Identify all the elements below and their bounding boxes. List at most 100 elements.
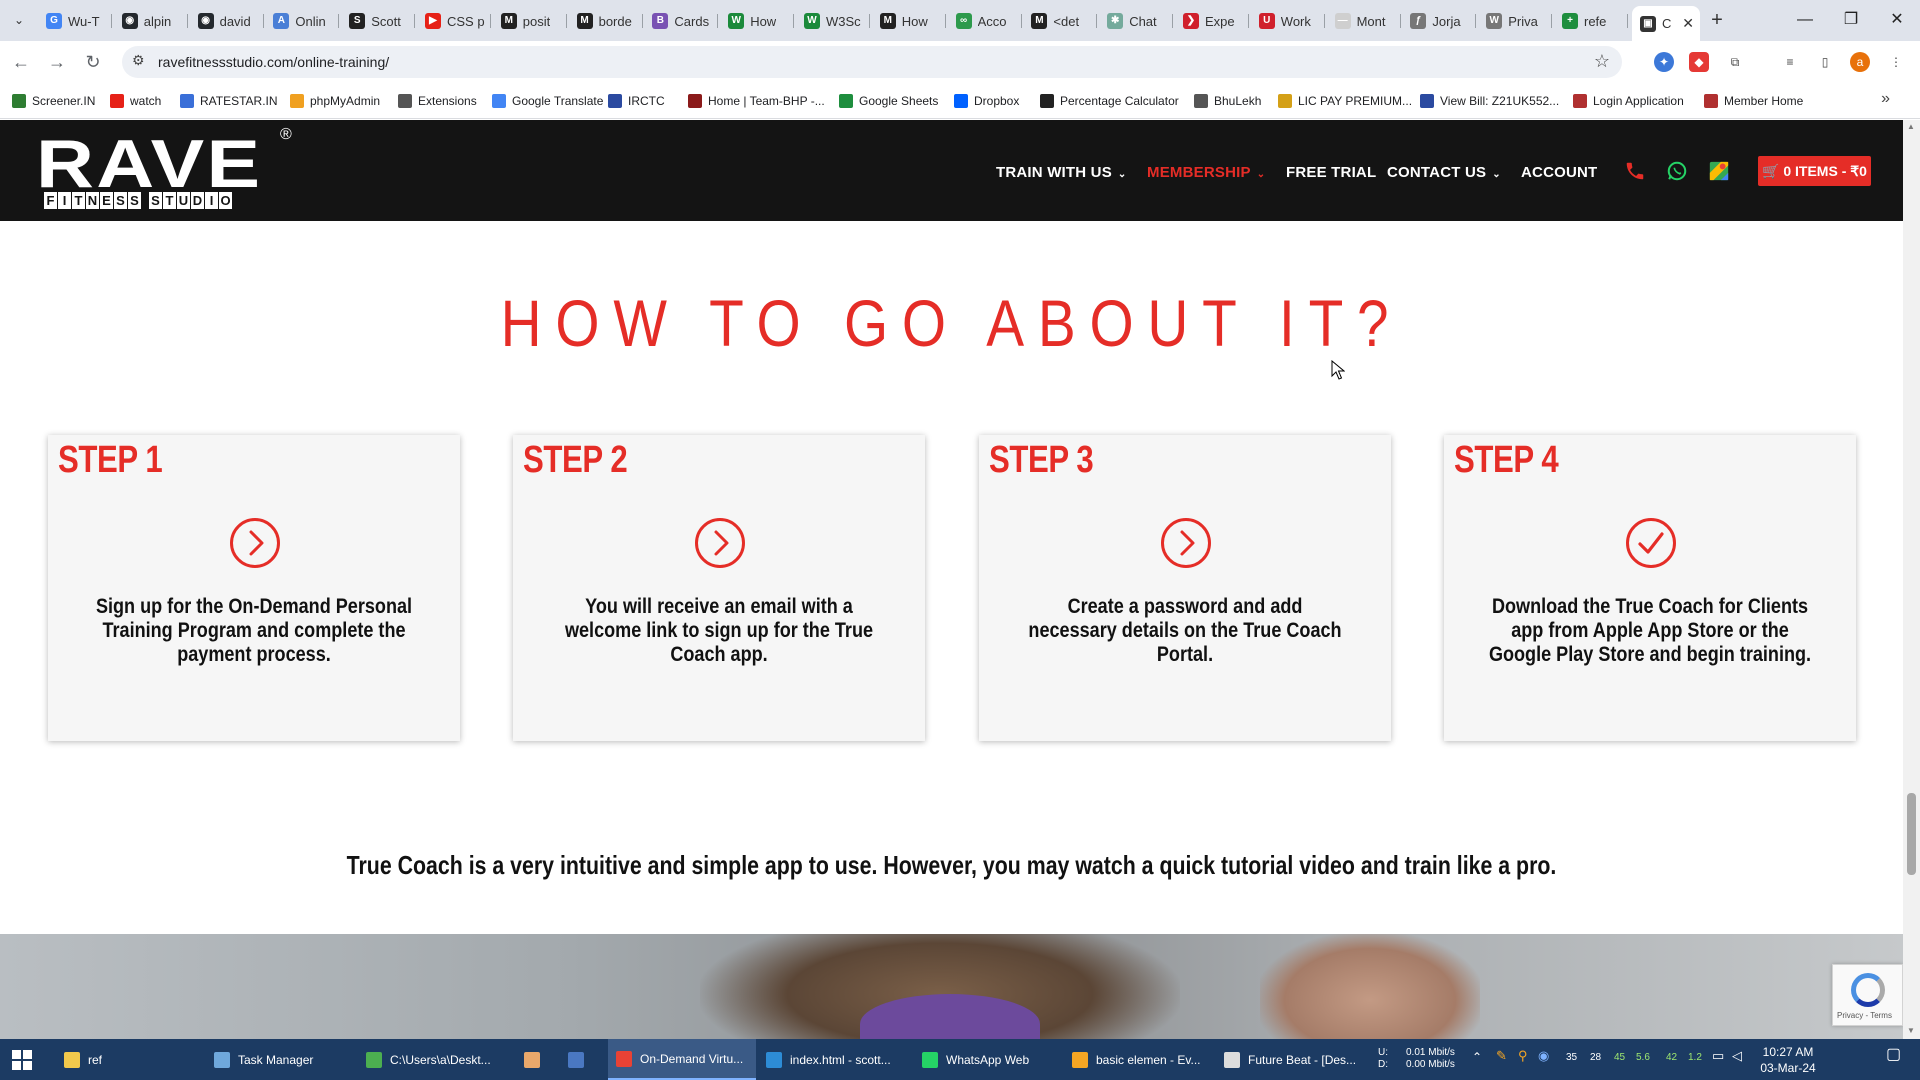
taskbar-app[interactable]: WhatsApp Web	[914, 1039, 1060, 1080]
bookmark-item[interactable]: Login Application	[1573, 92, 1684, 110]
scrollbar-thumb[interactable]	[1907, 793, 1916, 875]
bookmark-item[interactable]: RATESTAR.IN	[180, 92, 278, 110]
browser-tab[interactable]: ◉ david	[190, 8, 264, 34]
nav-contact-us[interactable]: CONTACT US ⌄	[1387, 164, 1501, 181]
tab-title: <det	[1053, 13, 1080, 29]
phone-icon[interactable]	[1624, 160, 1646, 188]
bookmark-item[interactable]: Member Home	[1704, 92, 1803, 110]
browser-tab[interactable]: + refe	[1554, 8, 1628, 34]
browser-tab[interactable]: ◉ alpin	[114, 8, 188, 34]
search-icon[interactable]: ⚲	[1518, 1049, 1528, 1062]
recaptcha-badge[interactable]: Privacy - Terms	[1832, 964, 1903, 1026]
site-info-icon[interactable]: ⚙	[132, 52, 145, 69]
bookmark-item[interactable]: LIC PAY PREMIUM...	[1278, 92, 1412, 110]
bookmark-item[interactable]: Dropbox	[954, 92, 1019, 110]
site-logo[interactable]: RAVE ® FITNESSSTUDIO	[36, 126, 296, 214]
address-bar[interactable]: ⚙ ravefitnessstudio.com/online-training/…	[122, 46, 1622, 78]
browser-tab[interactable]: W Priva	[1478, 8, 1553, 34]
taskbar-app[interactable]: ref	[56, 1039, 196, 1080]
browser-tab[interactable]: — Mont	[1327, 8, 1401, 34]
bookmark-item[interactable]: Google Sheets	[839, 92, 938, 110]
bookmark-item[interactable]: Screener.IN	[12, 92, 95, 110]
restore-icon[interactable]: ❐	[1828, 6, 1874, 34]
windows-start-icon[interactable]	[12, 1050, 32, 1070]
taskbar-app[interactable]	[560, 1039, 598, 1080]
browser-tab[interactable]: ✱ Chat	[1099, 8, 1174, 34]
bookmark-item[interactable]: watch	[110, 92, 161, 110]
bookmark-item[interactable]: Home | Team-BHP -...	[688, 92, 825, 110]
browser-tab[interactable]: B Cards	[644, 8, 719, 34]
puzzle-icon[interactable]: ⧉	[1725, 52, 1745, 72]
more-bookmarks-icon[interactable]: »	[1881, 90, 1890, 108]
browser-tab[interactable]: W How	[720, 8, 795, 34]
browser-tab[interactable]: ❯ Expe	[1175, 8, 1249, 34]
notifications-icon[interactable]: ▢	[1886, 1047, 1901, 1063]
forward-icon[interactable]: →	[44, 49, 70, 75]
bookmark-item[interactable]: phpMyAdmin	[290, 92, 380, 110]
bookmark-item[interactable]: Google Translate	[492, 92, 603, 110]
nav-membership[interactable]: MEMBERSHIP ⌄	[1147, 164, 1265, 181]
taskbar-app-label: C:\Users\a\Deskt...	[390, 1052, 491, 1067]
bookmark-item[interactable]: View Bill: Z21UK552...	[1420, 92, 1559, 110]
browser-tab[interactable]: M How	[872, 8, 946, 34]
active-tab[interactable]: ▣ C ✕	[1632, 6, 1700, 41]
scroll-up-icon[interactable]: ▲	[1907, 122, 1915, 131]
show-hidden-icons[interactable]: ⌃	[1472, 1051, 1482, 1063]
close-window-icon[interactable]: ✕	[1874, 6, 1920, 34]
minimize-icon[interactable]: —	[1782, 6, 1828, 34]
volume-icon[interactable]: ◁	[1732, 1049, 1742, 1062]
extension-icon[interactable]: ✦	[1654, 52, 1674, 72]
bookmark-item[interactable]: IRCTC	[608, 92, 665, 110]
browser-tab[interactable]: M <det	[1023, 8, 1098, 34]
bookmark-item[interactable]: Percentage Calculator	[1040, 92, 1179, 110]
browser-tab[interactable]: A Onlin	[265, 8, 340, 34]
nav-free-trial[interactable]: FREE TRIAL	[1286, 164, 1376, 181]
browser-tab[interactable]: S Scott	[341, 8, 416, 34]
browser-tab[interactable]: Mborde	[569, 8, 643, 34]
tray-app-icon[interactable]: ✎	[1496, 1049, 1507, 1062]
back-icon[interactable]: ←	[8, 49, 34, 75]
taskbar-app[interactable]: C:\Users\a\Deskt...	[358, 1039, 508, 1080]
tab-favicon-icon: W	[1486, 13, 1503, 29]
map-icon[interactable]	[1708, 160, 1730, 188]
nav-train-with-us[interactable]: TRAIN WITH US ⌄	[996, 164, 1127, 181]
browser-tab[interactable]: ƒ Jorja	[1402, 8, 1477, 34]
browser-tab[interactable]: Mposit	[493, 8, 567, 34]
recaptcha-footer[interactable]: Privacy - Terms	[1837, 1011, 1892, 1020]
reload-icon[interactable]: ↻	[80, 49, 106, 75]
close-tab-icon[interactable]: ✕	[1682, 15, 1694, 32]
bookmark-item[interactable]: BhuLekh	[1194, 92, 1261, 110]
taskbar-app[interactable]: On-Demand Virtu...	[608, 1039, 756, 1080]
nav-account[interactable]: ACCOUNT	[1521, 164, 1597, 181]
menu-icon[interactable]: ⋮	[1886, 52, 1906, 72]
url-text[interactable]: ravefitnessstudio.com/online-training/	[158, 54, 389, 70]
step-card: STEP 1 Sign up for the On-Demand Persona…	[48, 435, 460, 741]
globe-icon[interactable]: ◉	[1538, 1049, 1549, 1062]
taskbar-app[interactable]	[516, 1039, 554, 1080]
media-icon[interactable]: ≡	[1780, 52, 1800, 72]
browser-tab[interactable]: G Wu-T	[38, 8, 112, 34]
cart-button[interactable]: 🛒 0 ITEMS - ₹0	[1758, 156, 1871, 186]
shield-icon[interactable]: ◆	[1689, 52, 1709, 72]
side-panel-icon[interactable]: ▯	[1815, 52, 1835, 72]
whatsapp-icon[interactable]	[1666, 160, 1688, 188]
new-tab-button[interactable]: +	[1704, 8, 1730, 34]
bookmark-star-icon[interactable]: ☆	[1594, 51, 1610, 72]
taskbar-app[interactable]: basic elemen - Ev...	[1064, 1039, 1210, 1080]
tab-search-icon[interactable]: ⌄	[8, 9, 30, 31]
network-icon[interactable]: ▭	[1712, 1049, 1724, 1062]
avatar[interactable]: a	[1850, 52, 1870, 72]
taskbar-app[interactable]: Future Beat - [Des...	[1216, 1039, 1366, 1080]
taskbar-app[interactable]: Task Manager	[206, 1039, 352, 1080]
scroll-down-icon[interactable]: ▼	[1907, 1026, 1915, 1035]
bookmark-icon	[180, 94, 194, 108]
bookmark-item[interactable]: Extensions	[398, 92, 477, 110]
taskbar-app[interactable]: index.html - scott...	[758, 1039, 906, 1080]
browser-tab[interactable]: W W3Sc	[796, 8, 870, 34]
browser-tab[interactable]: ▶ CSS p	[417, 8, 491, 34]
page-favicon-icon: ▣	[1640, 15, 1656, 32]
browser-tab[interactable]: U Work	[1251, 8, 1325, 34]
browser-tab[interactable]: ∞ Acco	[948, 8, 1022, 34]
page-scrollbar[interactable]: ▲ ▼	[1903, 120, 1920, 1039]
system-clock[interactable]: 10:27 AM 03-Mar-24	[1744, 1044, 1832, 1076]
